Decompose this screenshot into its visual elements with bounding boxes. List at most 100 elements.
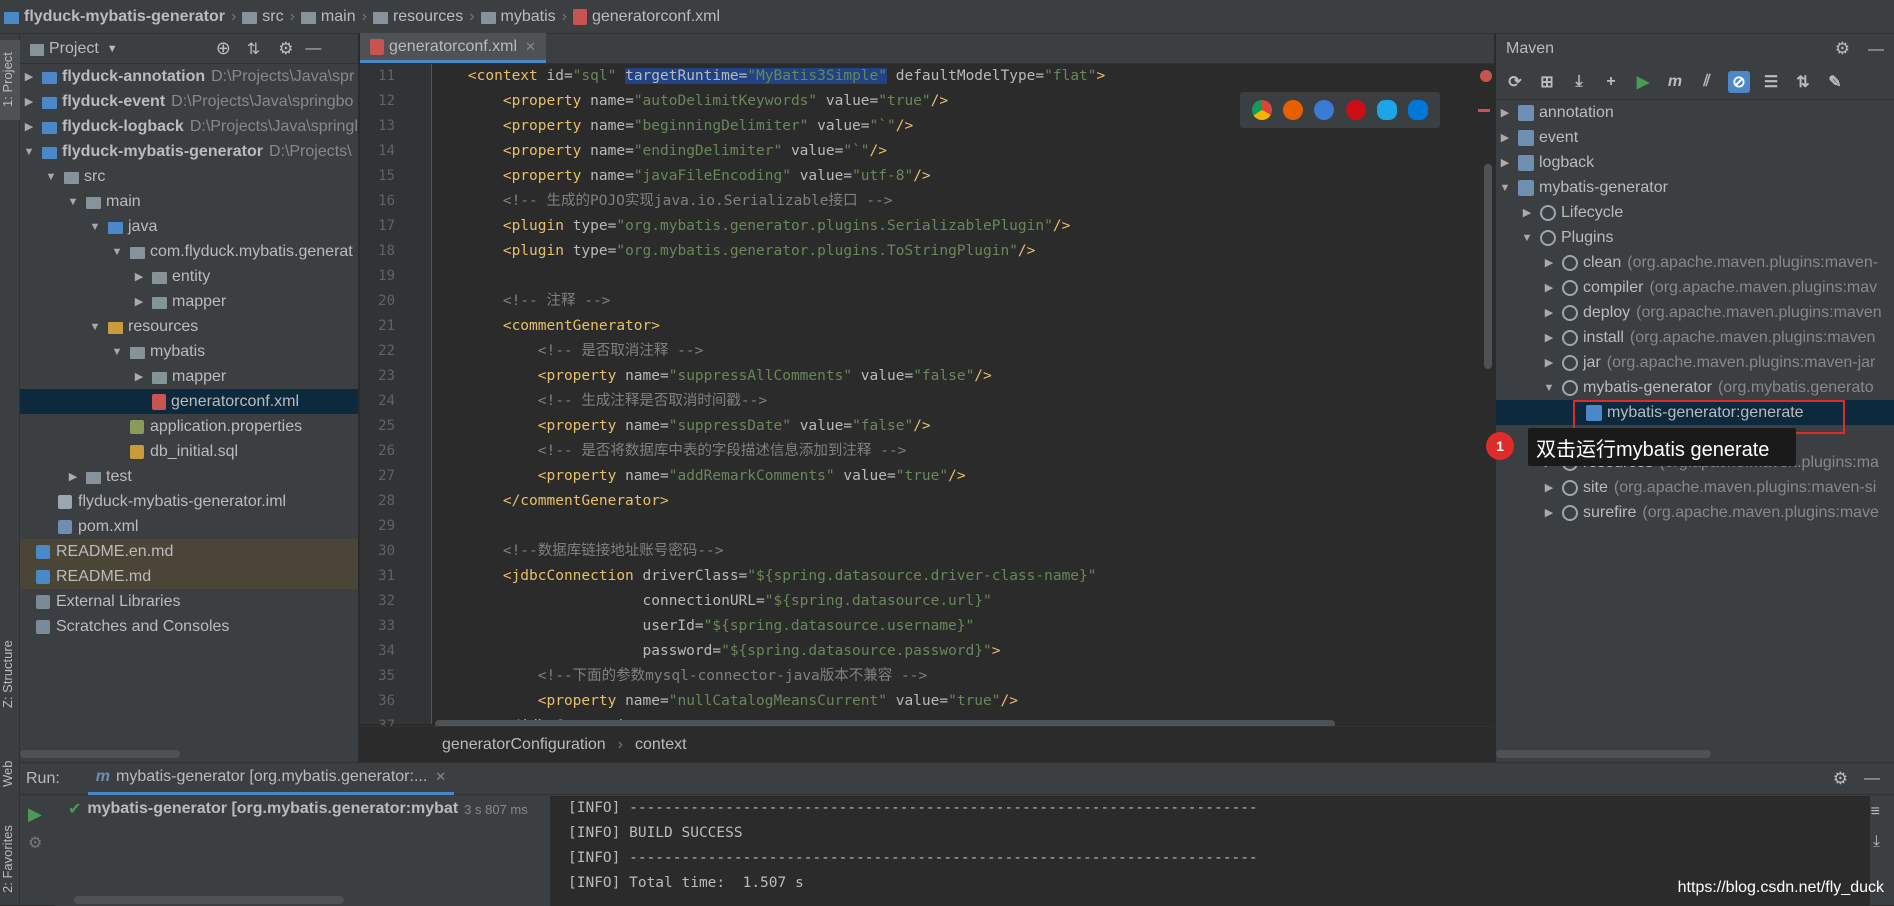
toggle-offline-icon[interactable]: ⫽ <box>1696 71 1718 93</box>
maven-plugin-mybatis-generator[interactable]: ▼ mybatis-generator (org.mybatis.generato <box>1496 375 1894 400</box>
web-tool-tab[interactable]: Web <box>0 754 20 794</box>
chevron-right-icon[interactable]: ▶ <box>132 370 146 383</box>
tree-item-mapper[interactable]: ▶ mapper <box>20 289 358 314</box>
tree-item-java[interactable]: ▼ java <box>20 214 358 239</box>
collapse-all-icon[interactable]: ⇅ <box>247 39 260 59</box>
soft-wrap-icon[interactable]: ≡ <box>1871 803 1880 821</box>
maven-plugin-jar[interactable]: ▶ jar (org.apache.maven.plugins:maven-jar <box>1496 350 1894 375</box>
project-panel-title[interactable]: Project <box>49 40 99 58</box>
hide-icon[interactable]: — <box>1868 41 1884 58</box>
chevron-right-icon[interactable]: ▶ <box>22 95 36 108</box>
chevron-down-icon[interactable]: ▼ <box>88 221 102 233</box>
chevron-down-icon[interactable]: ▼ <box>88 321 102 333</box>
tree-item-generatorconf[interactable]: generatorconf.xml <box>20 389 358 414</box>
chevron-down-icon[interactable]: ▼ <box>1498 182 1512 194</box>
reload-icon[interactable]: ⟳ <box>1504 71 1526 93</box>
add-icon[interactable]: + <box>1600 71 1622 93</box>
crumb-project[interactable]: flyduck-mybatis-generator › <box>4 8 242 26</box>
tree-item-mybatis-mapper[interactable]: ▶ mapper <box>20 364 358 389</box>
maven-plugin-compiler[interactable]: ▶ compiler (org.apache.maven.plugins:mav <box>1496 275 1894 300</box>
tree-item-readme-en[interactable]: README.en.md <box>20 539 358 564</box>
tree-item-application-properties[interactable]: application.properties <box>20 414 358 439</box>
maven-item-logback[interactable]: ▶ logback <box>1496 150 1894 175</box>
locate-icon[interactable]: ⊕ <box>216 38 231 59</box>
ie-icon[interactable] <box>1376 100 1397 120</box>
crumb-main[interactable]: main › <box>300 8 373 26</box>
maven-item-mybatis-generator[interactable]: ▼ mybatis-generator <box>1496 175 1894 200</box>
crumb-resources[interactable]: resources › <box>372 8 481 26</box>
tree-item-resources[interactable]: ▼ resources <box>20 314 358 339</box>
vertical-scrollbar[interactable] <box>1484 164 1492 369</box>
tree-item-mybatis[interactable]: ▼ mybatis <box>20 339 358 364</box>
breadcrumb-context[interactable]: context <box>635 736 687 754</box>
horizontal-scrollbar[interactable] <box>1496 750 1711 758</box>
maven-goal-icon[interactable]: m <box>1664 71 1686 93</box>
chevron-right-icon[interactable]: ▶ <box>132 270 146 283</box>
collapse-all-icon[interactable]: ⇅ <box>1792 71 1814 93</box>
tree-item-scratches[interactable]: Scratches and Consoles <box>20 614 358 639</box>
chevron-down-icon[interactable]: ▼ <box>110 246 124 258</box>
chevron-right-icon[interactable]: ▶ <box>22 120 36 133</box>
chevron-right-icon[interactable]: ▶ <box>1542 331 1556 344</box>
chevron-right-icon[interactable]: ▶ <box>1520 206 1534 219</box>
show-dependencies-icon[interactable]: ☰ <box>1760 71 1782 93</box>
stop-icon[interactable]: ⚙ <box>28 833 54 853</box>
maven-item-annotation[interactable]: ▶ annotation <box>1496 100 1894 125</box>
chevron-right-icon[interactable]: ▶ <box>132 295 146 308</box>
console-output[interactable]: [INFO] ---------------------------------… <box>550 796 1870 906</box>
tree-item-flyduck-logback[interactable]: ▶ flyduck-logback D:\Projects\Java\springl <box>20 114 358 139</box>
skip-tests-icon[interactable]: ⊘ <box>1728 70 1750 93</box>
breadcrumb-generator-configuration[interactable]: generatorConfiguration <box>442 736 606 754</box>
chevron-right-icon[interactable]: ▶ <box>1498 131 1512 144</box>
tree-item-readme[interactable]: README.md <box>20 564 358 589</box>
run-tab[interactable]: m mybatis-generator [org.mybatis.generat… <box>87 763 455 795</box>
add-folder-icon[interactable]: ⊞ <box>1536 71 1558 93</box>
maven-plugin-surefire[interactable]: ▶ surefire (org.apache.maven.plugins:mave <box>1496 500 1894 525</box>
chevron-down-icon[interactable]: ▼ <box>22 146 36 158</box>
maven-plugin-site[interactable]: ▶ site (org.apache.maven.plugins:maven-si <box>1496 475 1894 500</box>
chevron-down-icon[interactable]: ▼ <box>110 346 124 358</box>
gear-icon[interactable]: ⚙ <box>278 39 293 59</box>
maven-item-plugins[interactable]: ▼ Plugins <box>1496 225 1894 250</box>
wrench-icon[interactable]: ✎ <box>1824 71 1846 93</box>
gear-icon[interactable]: ⚙ <box>1833 769 1848 789</box>
chevron-right-icon[interactable]: ▶ <box>22 70 36 83</box>
chevron-down-icon[interactable]: ▼ <box>66 196 80 208</box>
chevron-down-icon[interactable]: ▼ <box>1542 382 1556 394</box>
code-content[interactable]: <context id="sql" targetRuntime="MyBatis… <box>433 64 1483 724</box>
safari-icon[interactable] <box>1314 100 1335 120</box>
project-tool-tab[interactable]: 1: Project <box>0 40 20 120</box>
firefox-icon[interactable] <box>1282 100 1303 120</box>
tree-item-entity[interactable]: ▶ entity <box>20 264 358 289</box>
hide-icon[interactable]: — <box>305 40 321 58</box>
chevron-right-icon[interactable]: ▶ <box>1542 281 1556 294</box>
horizontal-scrollbar[interactable] <box>20 750 180 758</box>
tree-item-src[interactable]: ▼ src <box>20 164 358 189</box>
tree-item-pom[interactable]: pom.xml <box>20 514 358 539</box>
run-tree-item[interactable]: ✔ mybatis-generator [org.mybatis.generat… <box>54 796 550 822</box>
maven-plugin-clean[interactable]: ▶ clean (org.apache.maven.plugins:maven- <box>1496 250 1894 275</box>
hide-icon[interactable]: — <box>1864 770 1880 788</box>
error-indicator-icon[interactable] <box>1480 70 1492 82</box>
chevron-right-icon[interactable]: ▶ <box>1498 106 1512 119</box>
chevron-right-icon[interactable]: ▶ <box>1542 481 1556 494</box>
chrome-icon[interactable] <box>1251 100 1272 120</box>
scroll-to-end-icon[interactable]: ⤓ <box>1873 833 1880 851</box>
crumb-file[interactable]: generatorconf.xml <box>572 8 720 26</box>
chevron-right-icon[interactable]: ▶ <box>1542 506 1556 519</box>
tree-item-iml[interactable]: flyduck-mybatis-generator.iml <box>20 489 358 514</box>
tree-item-flyduck-annotation[interactable]: ▶ flyduck-annotation D:\Projects\Java\spr <box>20 64 358 89</box>
maven-plugin-deploy[interactable]: ▶ deploy (org.apache.maven.plugins:maven <box>1496 300 1894 325</box>
maven-item-lifecycle[interactable]: ▶ Lifecycle <box>1496 200 1894 225</box>
error-stripe-mark[interactable] <box>1478 109 1490 112</box>
editor-tab-generatorconf[interactable]: generatorconf.xml ✕ <box>360 33 546 63</box>
chevron-right-icon[interactable]: ▶ <box>1498 156 1512 169</box>
favorites-tool-tab[interactable]: 2: Favorites <box>0 819 20 899</box>
structure-tool-tab[interactable]: Z: Structure <box>0 634 20 714</box>
tree-item-test[interactable]: ▶ test <box>20 464 358 489</box>
chevron-right-icon[interactable]: ▶ <box>1542 306 1556 319</box>
rerun-icon[interactable]: ▶ <box>28 804 54 825</box>
close-icon[interactable]: ✕ <box>435 769 446 785</box>
tree-item-main[interactable]: ▼ main <box>20 189 358 214</box>
chevron-right-icon[interactable]: ▶ <box>66 470 80 483</box>
